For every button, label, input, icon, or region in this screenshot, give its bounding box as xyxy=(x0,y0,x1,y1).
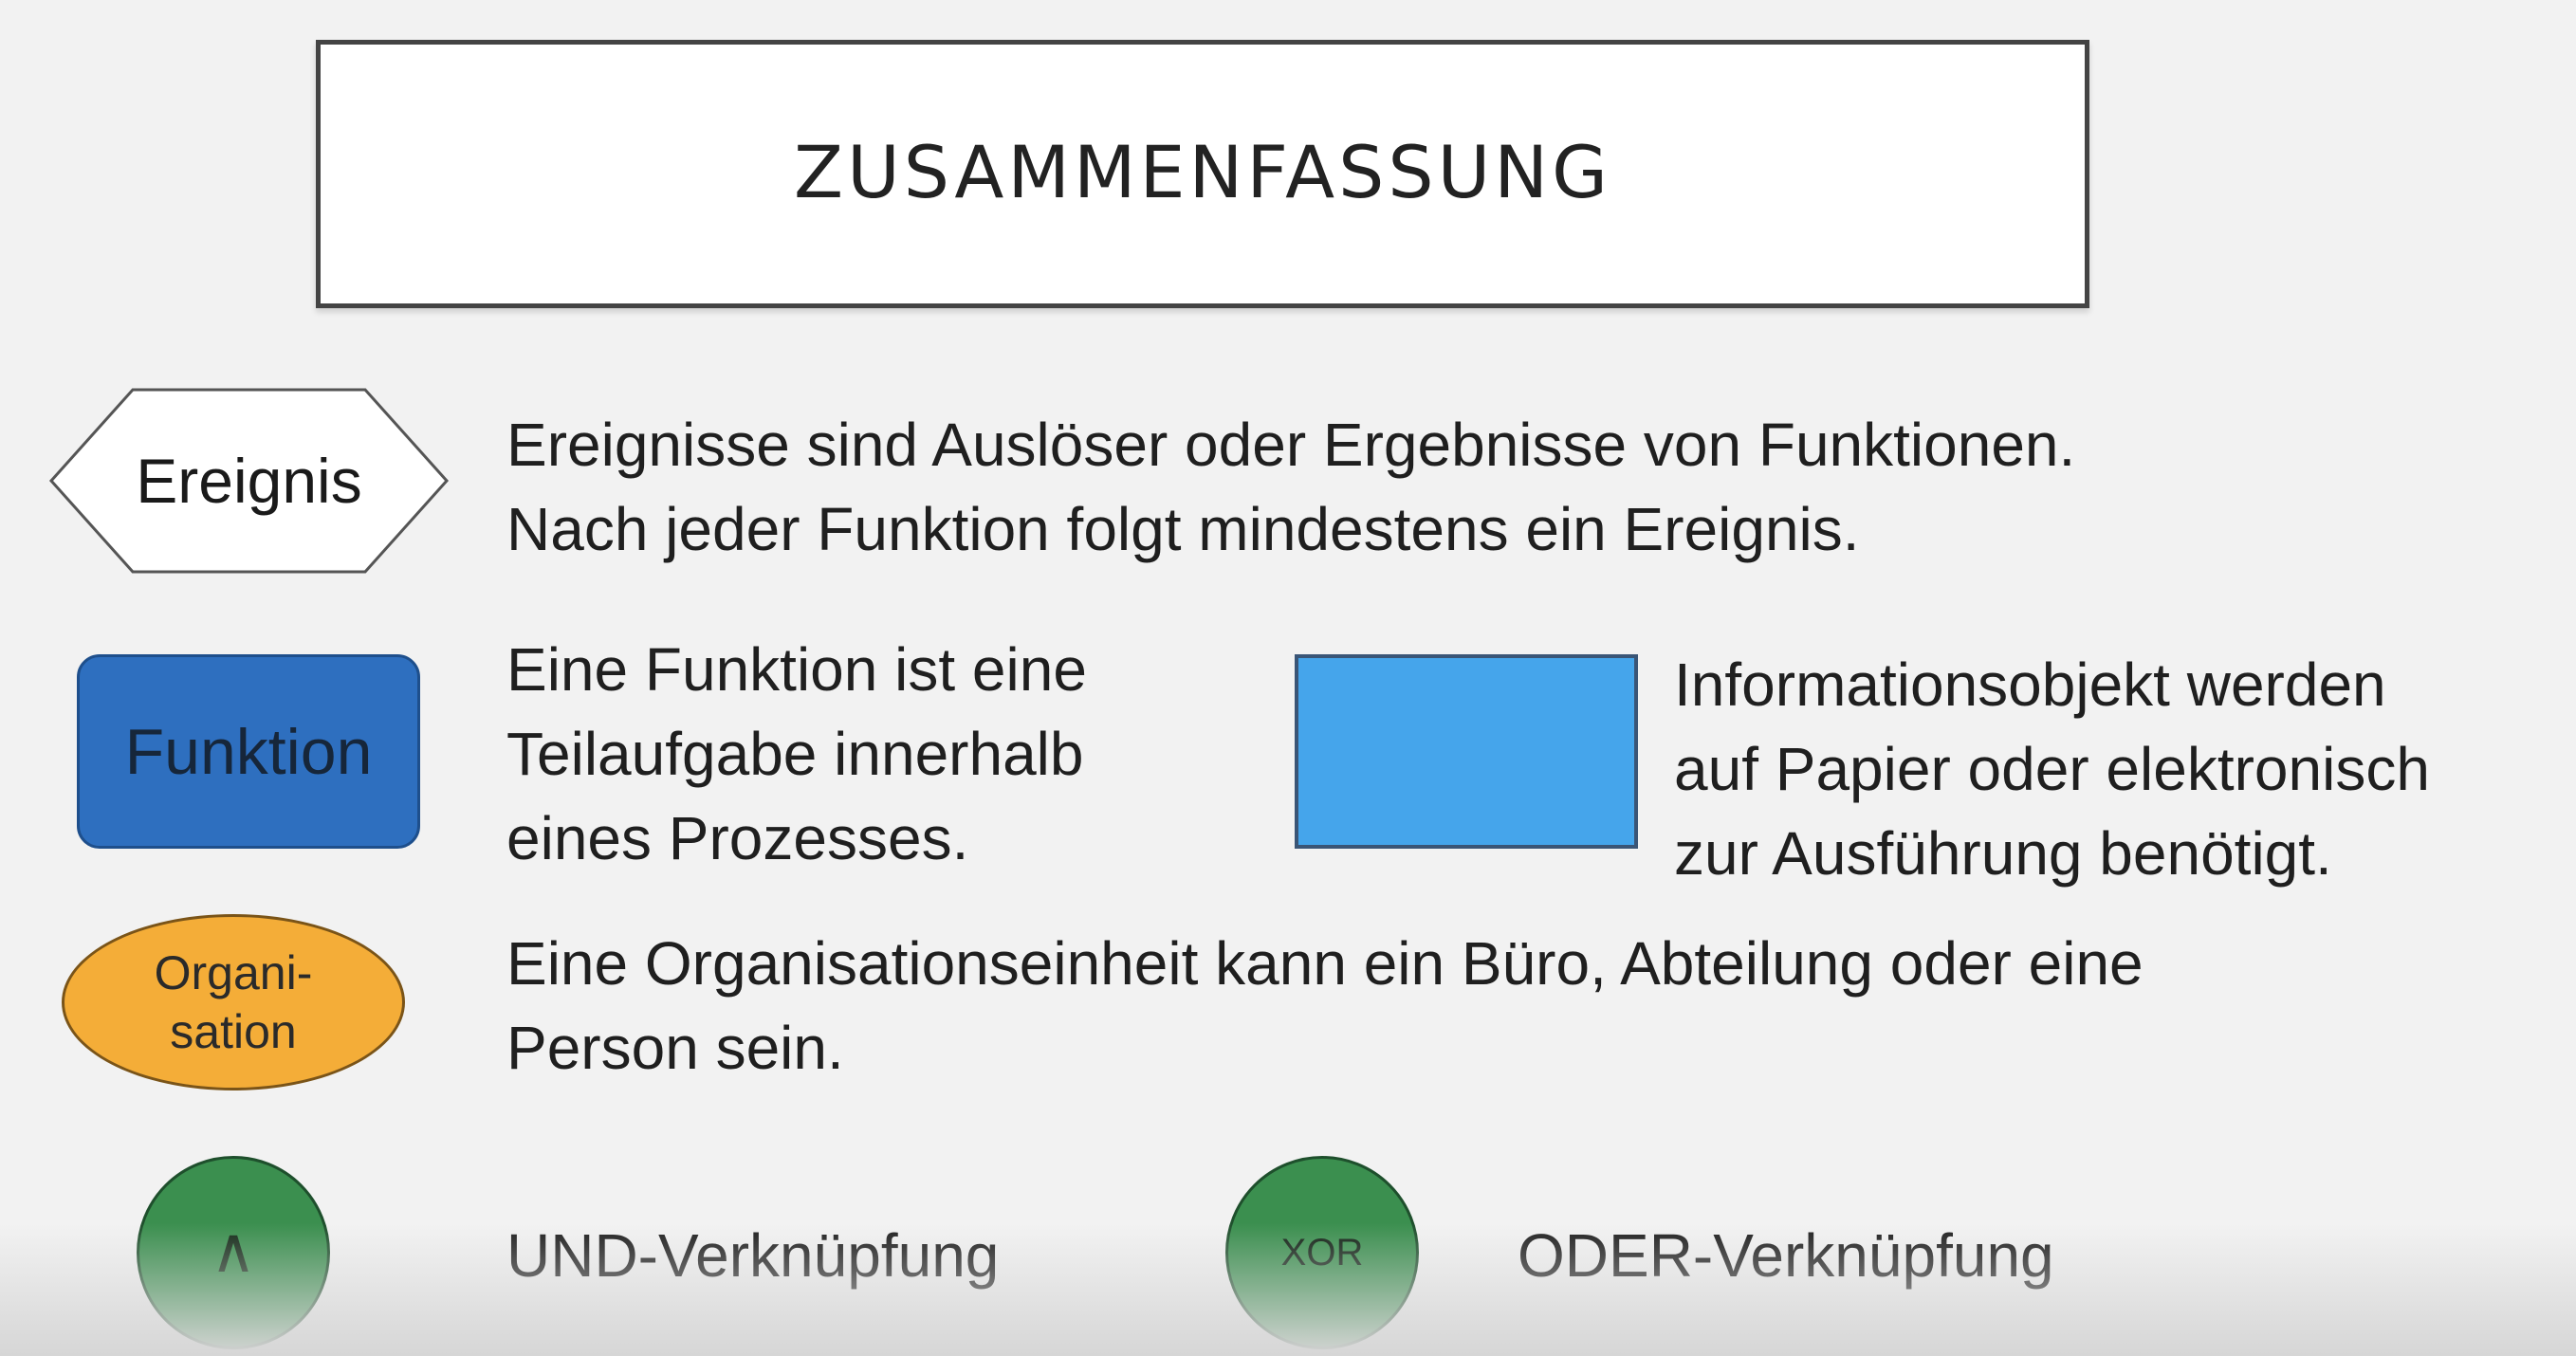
function-description-line: Teilaufgabe innerhalb xyxy=(506,720,1084,788)
xor-connector-description: ODER-Verknüpfung xyxy=(1518,1214,2054,1298)
organisation-description-line: Person sein. xyxy=(506,1014,844,1082)
function-description-line: Eine Funktion ist eine xyxy=(506,635,1087,704)
event-symbol-label: Ereignis xyxy=(136,446,362,516)
organisation-symbol-label-line: Organi- xyxy=(154,946,313,999)
organisation-symbol-label-line: sation xyxy=(170,1005,297,1058)
event-hexagon-symbol: Ereignis xyxy=(47,386,451,576)
information-object-rect-symbol xyxy=(1295,654,1638,849)
organisation-symbol-label: Organi- sation xyxy=(155,944,313,1061)
information-object-description: Informationsobjekt werden auf Papier ode… xyxy=(1674,643,2430,896)
event-description-line: Ereignisse sind Auslöser oder Ergebnisse… xyxy=(506,411,2076,479)
function-description: Eine Funktion ist eine Teilaufgabe inner… xyxy=(506,628,1087,881)
slide: ZUSAMMENFASSUNG Ereignis Ereignisse sind… xyxy=(0,0,2576,1356)
function-symbol-label: Funktion xyxy=(124,715,373,788)
function-rounded-rect-symbol: Funktion xyxy=(77,654,420,849)
slide-title: ZUSAMMENFASSUNG xyxy=(794,130,1611,214)
event-description: Ereignisse sind Auslöser oder Ergebnisse… xyxy=(506,403,2075,572)
title-box: ZUSAMMENFASSUNG xyxy=(316,40,2089,308)
xor-connector-symbol-label: XOR xyxy=(1280,1231,1364,1274)
information-object-description-line: zur Ausführung benötigt. xyxy=(1674,819,2332,888)
and-connector-description-line: UND-Verknüpfung xyxy=(506,1221,1000,1290)
xor-connector-circle-symbol: XOR xyxy=(1225,1156,1419,1349)
event-description-line: Nach jeder Funktion folgt mindestens ein… xyxy=(506,495,1860,563)
and-connector-circle-symbol: ∧ xyxy=(137,1156,330,1349)
xor-connector-description-line: ODER-Verknüpfung xyxy=(1518,1221,2054,1290)
and-connector-symbol-label: ∧ xyxy=(210,1213,257,1287)
function-description-line: eines Prozesses. xyxy=(506,804,969,872)
information-object-description-line: Informationsobjekt werden xyxy=(1674,651,2386,719)
and-connector-description: UND-Verknüpfung xyxy=(506,1214,999,1298)
information-object-description-line: auf Papier oder elektronisch xyxy=(1674,735,2430,803)
organisation-description-line: Eine Organisationseinheit kann ein Büro,… xyxy=(506,929,2144,998)
organisation-description: Eine Organisationseinheit kann ein Büro,… xyxy=(506,922,2144,1090)
organisation-ellipse-symbol: Organi- sation xyxy=(62,914,405,1090)
